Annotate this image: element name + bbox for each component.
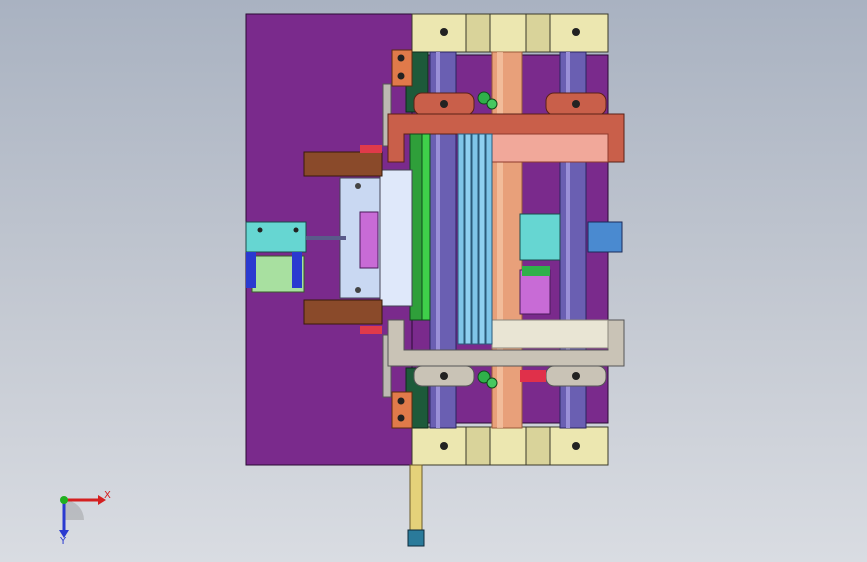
origin-dot — [60, 496, 68, 504]
copper-rod — [491, 51, 523, 429]
blue-bar-bundle — [457, 133, 493, 345]
top-bushing-block — [411, 13, 609, 53]
cad-viewport[interactable] — [0, 0, 867, 562]
y-axis-label: Y — [59, 536, 67, 547]
bottom-bushing-block — [411, 426, 609, 466]
coordinate-triad: X Y — [59, 490, 111, 547]
slide-block — [339, 169, 413, 307]
ejector-rod — [407, 464, 425, 547]
x-axis-label: X — [104, 490, 111, 501]
